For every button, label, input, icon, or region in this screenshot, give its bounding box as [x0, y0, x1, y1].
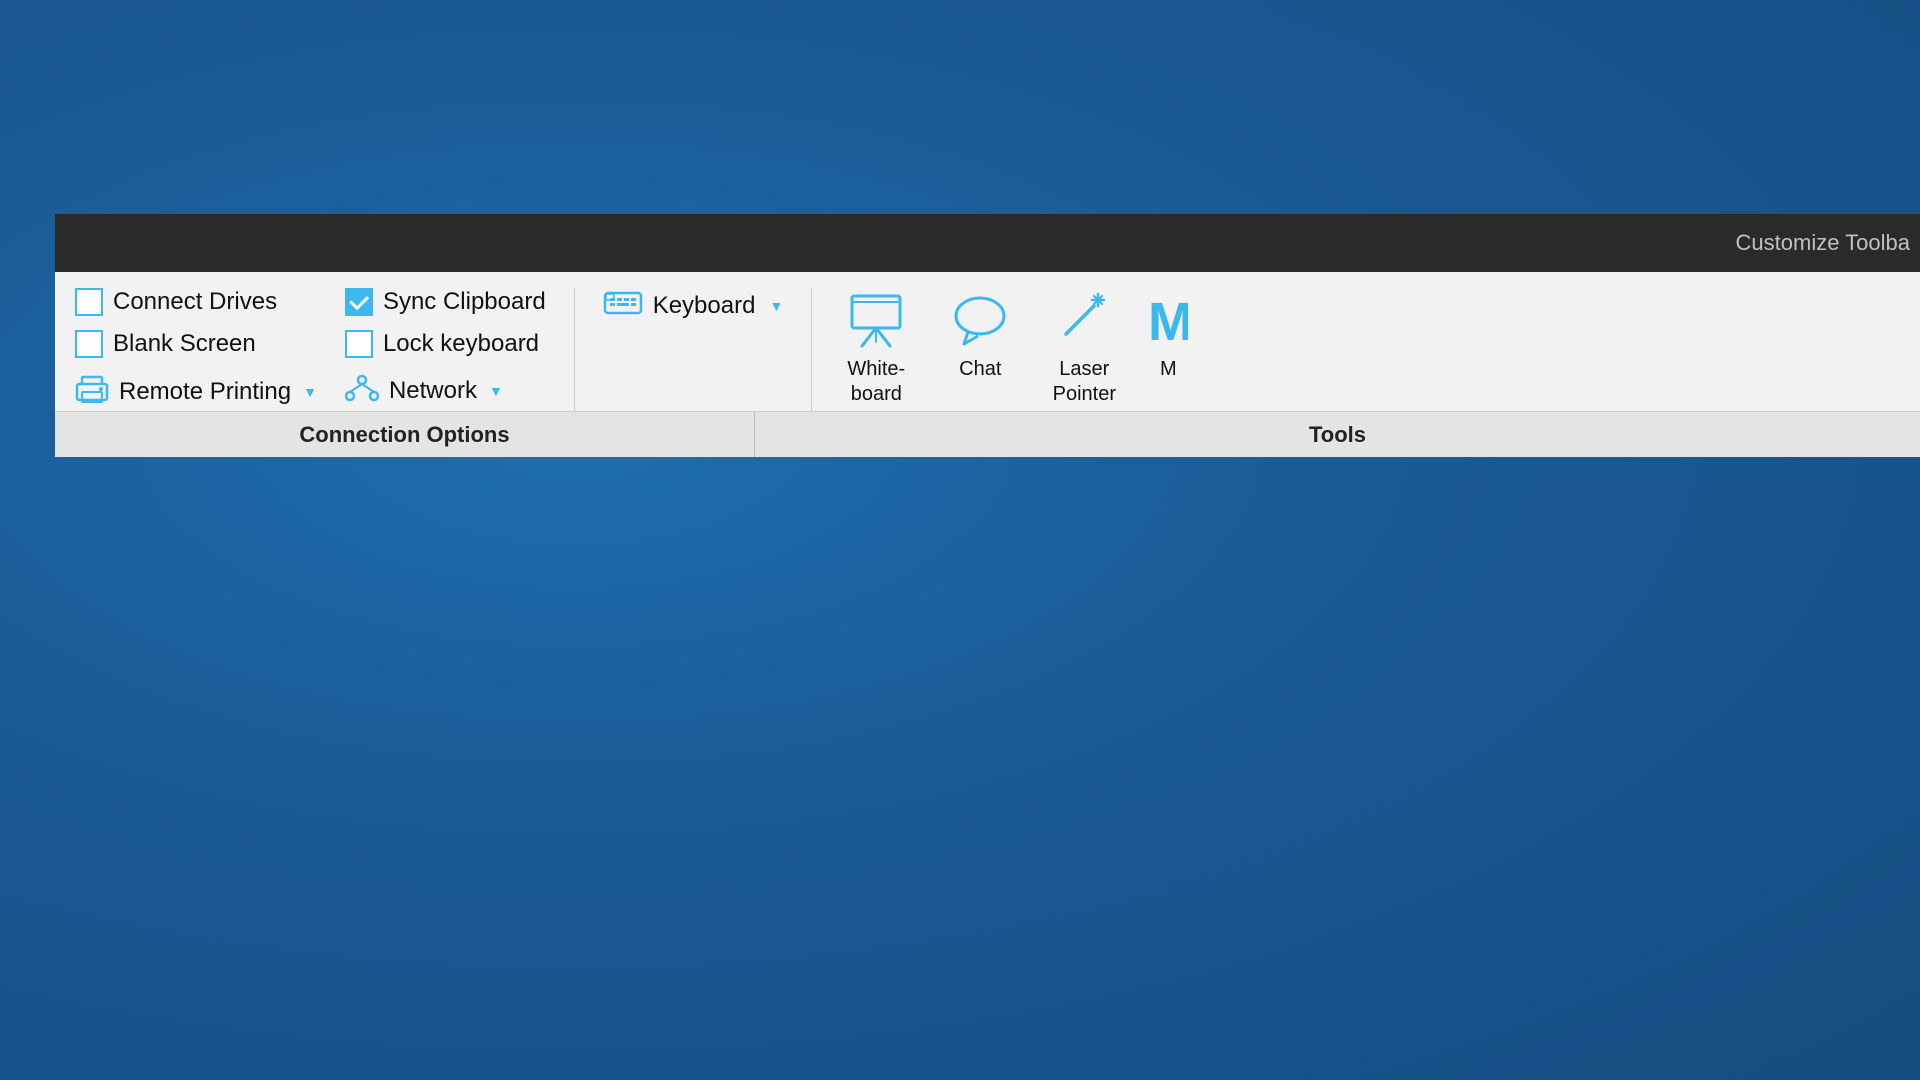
tools-section-label: Tools [755, 412, 1920, 457]
whiteboard-label: White-board [847, 357, 905, 407]
network-icon [345, 374, 379, 407]
remote-printing-label: Remote Printing [119, 378, 291, 406]
laser-pointer-icon [1052, 292, 1116, 353]
svg-text:M: M [1148, 292, 1188, 348]
connection-options-section-label: Connection Options [55, 412, 755, 457]
remote-printing-dropdown-arrow: ▼ [303, 384, 317, 400]
section-labels-bar: Connection Options Tools [55, 411, 1920, 457]
tools-section: White-board Chat [812, 288, 1212, 411]
more-icon: M [1148, 292, 1188, 353]
printer-icon [75, 374, 109, 409]
lock-keyboard-option[interactable]: Lock keyboard [345, 330, 546, 358]
keyboard-icon [603, 288, 643, 323]
network-option[interactable]: Network ▼ [345, 374, 546, 407]
chat-tool[interactable]: Chat [940, 288, 1020, 386]
lock-keyboard-label: Lock keyboard [383, 330, 539, 358]
sync-clipboard-checkbox[interactable] [345, 288, 373, 316]
blank-screen-option[interactable]: Blank Screen [75, 330, 317, 358]
keyboard-option[interactable]: Keyboard ▼ [603, 288, 784, 323]
keyboard-dropdown-arrow: ▼ [769, 298, 783, 314]
more-label: M [1153, 357, 1183, 382]
chat-label: Chat [959, 357, 1001, 382]
toolbar-wrapper: Customize Toolba Connect Drives Blank Sc… [55, 214, 1920, 457]
blank-screen-label: Blank Screen [113, 330, 256, 358]
keyboard-label: Keyboard [653, 292, 756, 320]
connect-drives-label: Connect Drives [113, 288, 277, 316]
whiteboard-icon [844, 292, 908, 353]
customize-toolbar-label: Customize Toolba [1736, 230, 1910, 256]
col-drives-blank: Connect Drives Blank Screen Remote Print… [75, 288, 345, 411]
chat-icon [948, 292, 1012, 353]
network-label: Network [389, 377, 477, 405]
sync-clipboard-option[interactable]: Sync Clipboard [345, 288, 546, 316]
laser-pointer-tool[interactable]: LaserPointer [1044, 288, 1124, 411]
network-dropdown-arrow: ▼ [489, 383, 503, 399]
laser-pointer-label: LaserPointer [1053, 357, 1116, 407]
col-sync-lock: Sync Clipboard Lock keyboard [345, 288, 575, 411]
lock-keyboard-checkbox[interactable] [345, 330, 373, 358]
sync-clipboard-label: Sync Clipboard [383, 288, 546, 316]
blank-screen-checkbox[interactable] [75, 330, 103, 358]
col-keyboard: Keyboard ▼ [575, 288, 813, 411]
toolbar-content: Connect Drives Blank Screen Remote Print… [55, 272, 1920, 411]
whiteboard-tool[interactable]: White-board [836, 288, 916, 411]
connect-drives-option[interactable]: Connect Drives [75, 288, 317, 316]
connect-drives-checkbox[interactable] [75, 288, 103, 316]
title-bar: Customize Toolba [55, 214, 1920, 272]
remote-printing-option[interactable]: Remote Printing ▼ [75, 374, 317, 409]
more-tool[interactable]: M M [1148, 288, 1188, 386]
